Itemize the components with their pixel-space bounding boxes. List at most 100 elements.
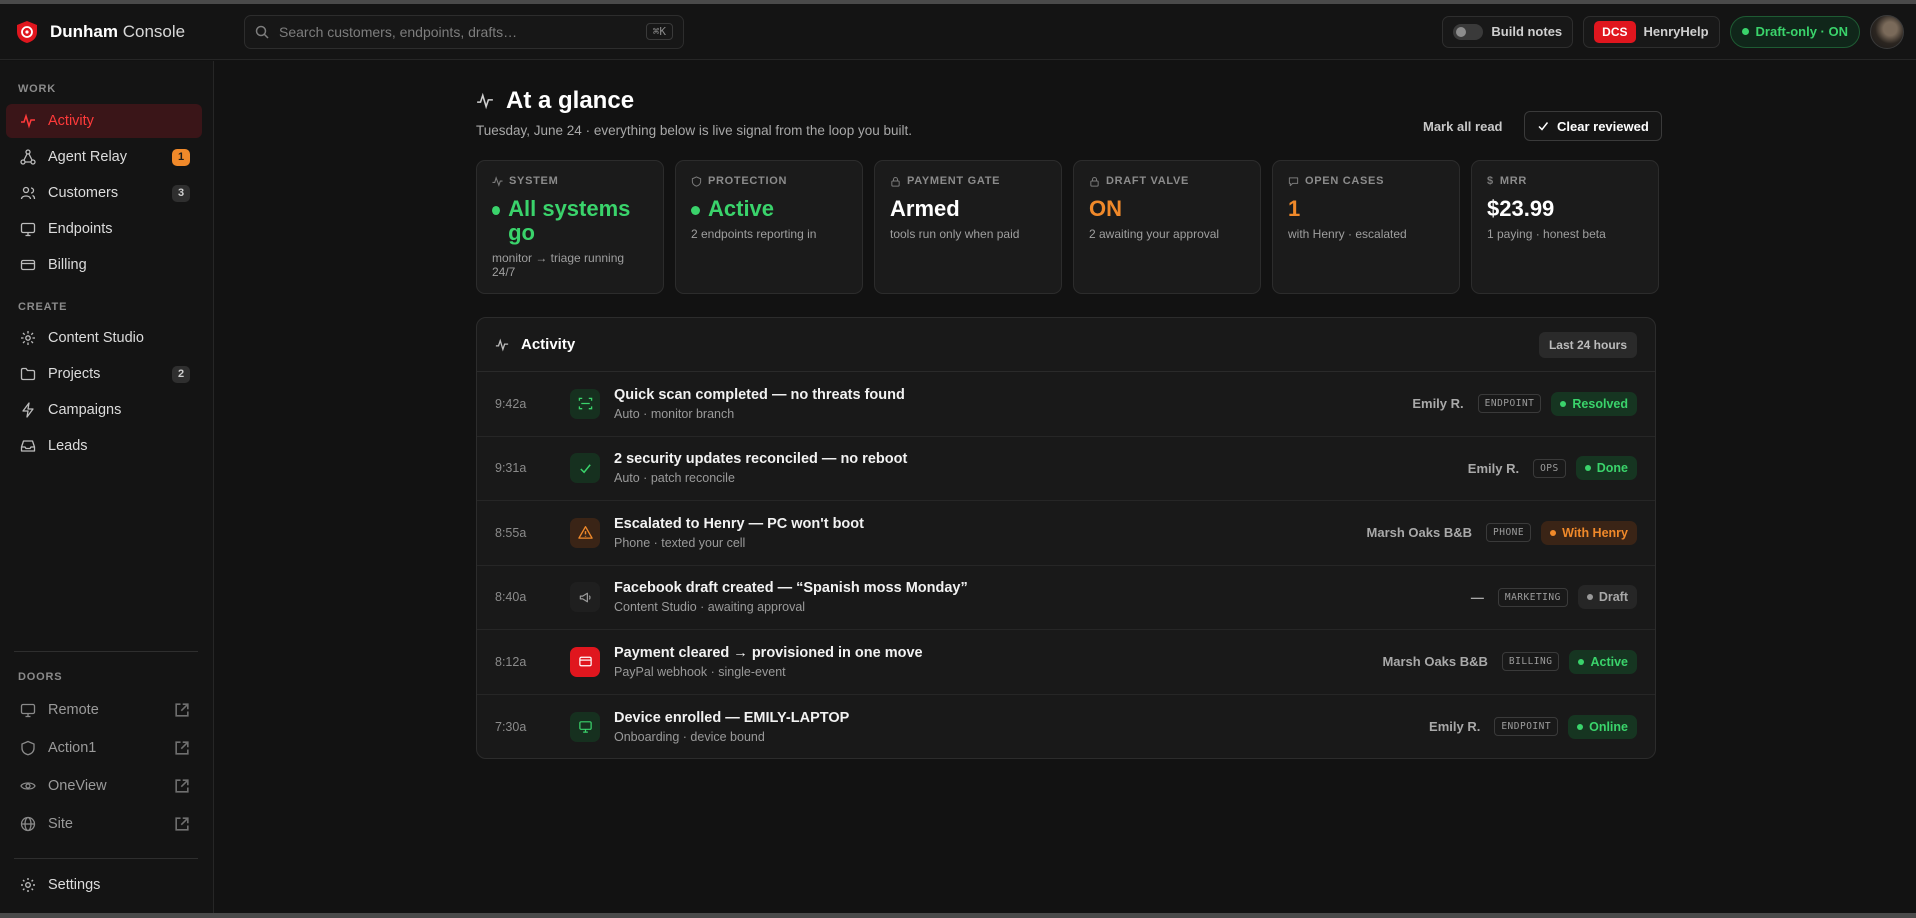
- row-tag: BILLING: [1501, 652, 1560, 672]
- bolt-icon: [22, 402, 34, 418]
- card-value: ON: [1089, 196, 1122, 221]
- page-subtitle: Tuesday, June 24 · everything below is l…: [476, 123, 912, 138]
- mark-all-read-button[interactable]: Mark all read: [1423, 119, 1503, 134]
- row-customer: Marsh Oaks B&B: [1382, 654, 1488, 670]
- sidebar-item-label: Endpoints: [48, 221, 113, 237]
- card-draft-valve[interactable]: DRAFT VALVE ON 2 awaiting your approval: [1073, 160, 1261, 294]
- card-description: monitor → triage running 24/7: [492, 251, 625, 279]
- search-bar[interactable]: ⌘K: [244, 14, 684, 49]
- status-dot: [1741, 28, 1749, 35]
- card-open-cases[interactable]: OPEN CASES 1 with Henry · escalated: [1272, 160, 1460, 294]
- section-label-doors: DOORS: [18, 671, 63, 683]
- card-label: PROTECTION: [691, 175, 847, 187]
- row-customer: Emily R.: [1429, 719, 1481, 735]
- activity-icon: [495, 337, 509, 352]
- activity-panel-header: Activity Last 24 hours: [477, 318, 1655, 372]
- sidebar-item-billing[interactable]: Billing: [6, 248, 202, 282]
- row-icon: [570, 453, 600, 484]
- draft-mode-pill[interactable]: Draft-only · ON: [1729, 15, 1860, 48]
- external-link-icon: [175, 779, 189, 793]
- sidebar-item-label: Action1: [48, 740, 97, 756]
- card-description: 1 paying · honest beta: [1487, 227, 1606, 241]
- sidebar-item-leads[interactable]: Leads: [6, 429, 202, 463]
- row-icon: [570, 646, 600, 677]
- row-title: Facebook draft created — “Spanish moss M…: [614, 580, 968, 597]
- status-badge: Active: [1569, 649, 1637, 674]
- time-range-selector[interactable]: Last 24 hours: [1538, 331, 1637, 358]
- row-time: 8:55a: [495, 525, 527, 540]
- card-payment-gate[interactable]: PAYMENT GATE Armed tools run only when p…: [874, 160, 1062, 294]
- status-dot: [1577, 723, 1584, 730]
- sidebar-item-label: Projects: [48, 366, 101, 382]
- row-subtitle: Phone · texted your cell: [614, 535, 746, 550]
- sidebar-item-label: Content Studio: [48, 330, 144, 346]
- megaphone-icon: [579, 592, 591, 603]
- toggle-switch[interactable]: [1453, 23, 1484, 40]
- warning-icon: [577, 526, 593, 540]
- activity-row[interactable]: 8:55a Escalated to Henry — PC won't boot…: [477, 501, 1655, 566]
- sidebar-item-label: Agent Relay: [48, 149, 127, 165]
- sidebar-item-action1[interactable]: Action1: [6, 731, 202, 765]
- sidebar-item-projects[interactable]: Projects 2: [6, 357, 202, 391]
- row-tag: ENDPOINT: [1477, 394, 1542, 414]
- clear-reviewed-label: Clear reviewed: [1557, 118, 1649, 134]
- activity-row[interactable]: 7:30a Device enrolled — EMILY-LAPTOP Onb…: [477, 695, 1655, 759]
- card-description: with Henry · escalated: [1288, 227, 1407, 241]
- card-protection[interactable]: PROTECTION Active 2 endpoints reporting …: [675, 160, 863, 294]
- card-icon: [578, 656, 592, 667]
- row-subtitle: Auto · monitor branch: [614, 406, 735, 421]
- build-notes-toggle[interactable]: Build notes: [1442, 15, 1574, 48]
- chat-icon: [1288, 176, 1299, 186]
- card-system[interactable]: SYSTEM All systems go monitor → triage r…: [476, 160, 664, 294]
- status-dot: [492, 206, 501, 215]
- relay-icon: [20, 149, 36, 165]
- activity-icon: [21, 113, 35, 129]
- status-dot: [1550, 529, 1557, 536]
- scan-icon: [578, 397, 592, 410]
- card-label: DRAFT VALVE: [1089, 175, 1245, 187]
- card-icon: [20, 259, 36, 271]
- row-icon: [570, 388, 600, 419]
- top-bar: Dunham Console ⌘K Build notes DCS HenryH…: [0, 4, 1916, 60]
- sidebar-item-campaigns[interactable]: Campaigns: [6, 393, 202, 427]
- row-text: Device enrolled — EMILY-LAPTOP Onboardin…: [614, 710, 1429, 744]
- user-avatar[interactable]: [1870, 14, 1904, 49]
- row-tag: OPS: [1533, 458, 1566, 478]
- activity-row[interactable]: 8:12a Payment cleared → provisioned in o…: [477, 630, 1655, 695]
- card-mrr[interactable]: $ MRR $23.99 1 paying · honest beta: [1471, 160, 1659, 294]
- sidebar-item-site[interactable]: Site: [6, 807, 202, 841]
- row-customer: Emily R.: [1412, 396, 1464, 412]
- brand[interactable]: Dunham Console: [0, 19, 244, 45]
- sidebar-item-label: Activity: [48, 113, 94, 129]
- row-time: 9:42a: [495, 396, 527, 411]
- row-customer: —: [1470, 589, 1484, 605]
- row-title: Device enrolled — EMILY-LAPTOP: [614, 709, 850, 726]
- dcs-badge: DCS: [1594, 20, 1636, 43]
- sparkle-icon: [21, 331, 35, 345]
- sidebar-item-activity[interactable]: Activity: [6, 104, 202, 138]
- external-link-icon: [175, 741, 189, 755]
- card-label: OPEN CASES: [1288, 175, 1444, 187]
- henryhelp-label: HenryHelp: [1643, 24, 1709, 39]
- row-subtitle: Content Studio · awaiting approval: [614, 600, 806, 615]
- sidebar-item-endpoints[interactable]: Endpoints: [6, 212, 202, 246]
- henryhelp-button[interactable]: DCS HenryHelp: [1583, 15, 1720, 48]
- status-badge: Online: [1568, 714, 1637, 739]
- sidebar-item-agent-relay[interactable]: Agent Relay 1: [6, 140, 202, 174]
- sidebar-item-oneview[interactable]: OneView: [6, 769, 202, 803]
- clear-reviewed-button[interactable]: Clear reviewed: [1524, 111, 1662, 141]
- activity-row[interactable]: 9:31a 2 security updates reconciled — no…: [477, 437, 1655, 501]
- activity-row[interactable]: 8:40a Facebook draft created — “Spanish …: [477, 566, 1655, 630]
- sidebar-item-customers[interactable]: Customers 3: [6, 176, 202, 210]
- search-input[interactable]: [279, 23, 636, 40]
- row-text: Payment cleared → provisioned in one mov…: [614, 645, 1382, 679]
- sidebar-item-content-studio[interactable]: Content Studio: [6, 321, 202, 355]
- globe-icon: [20, 816, 36, 832]
- status-badge: Resolved: [1551, 391, 1637, 416]
- row-time: 7:30a: [495, 719, 527, 734]
- card-label: PAYMENT GATE: [890, 175, 1046, 187]
- sidebar-item-settings[interactable]: Settings: [6, 868, 202, 902]
- row-icon: [570, 711, 600, 742]
- activity-row[interactable]: 9:42a Quick scan completed — no threats …: [477, 372, 1655, 437]
- sidebar-item-remote[interactable]: Remote: [6, 693, 202, 727]
